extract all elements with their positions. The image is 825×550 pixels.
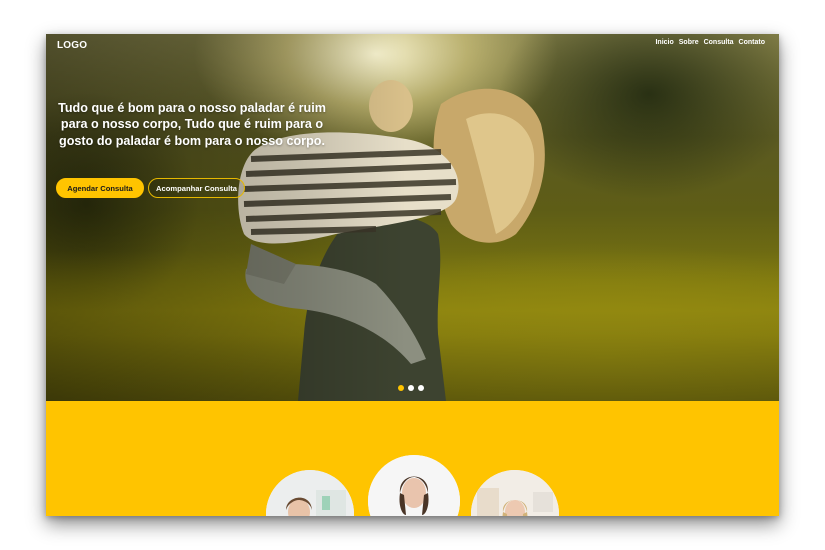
nav-link-contato[interactable]: Contato xyxy=(739,39,765,46)
carousel-indicators xyxy=(398,385,424,391)
nav-link-consulta[interactable]: Consulta xyxy=(704,39,734,46)
browser-viewport: LOGO Inicio Sobre Consulta Contato Tudo … xyxy=(46,34,779,516)
schedule-appointment-button[interactable]: Agendar Consulta xyxy=(56,178,144,198)
track-appointment-button[interactable]: Acompanhar Consulta xyxy=(148,178,245,198)
nav-link-inicio[interactable]: Inicio xyxy=(655,39,673,46)
hero-banner: LOGO Inicio Sobre Consulta Contato Tudo … xyxy=(46,34,779,401)
carousel-dot-1[interactable] xyxy=(398,385,404,391)
hero-headline: Tudo que é bom para o nosso paladar é ru… xyxy=(58,101,326,148)
site-logo[interactable]: LOGO xyxy=(57,40,87,51)
main-navigation: Inicio Sobre Consulta Contato xyxy=(655,39,765,46)
text-overlay-gradient xyxy=(46,34,406,401)
doctor-avatar-2[interactable] xyxy=(368,455,460,516)
carousel-dot-2[interactable] xyxy=(408,385,414,391)
doctors-section xyxy=(46,401,779,516)
doctor-avatar-1[interactable] xyxy=(266,470,354,516)
carousel-dot-3[interactable] xyxy=(418,385,424,391)
nav-link-sobre[interactable]: Sobre xyxy=(679,39,699,46)
doctor-avatar-3[interactable] xyxy=(471,470,559,516)
